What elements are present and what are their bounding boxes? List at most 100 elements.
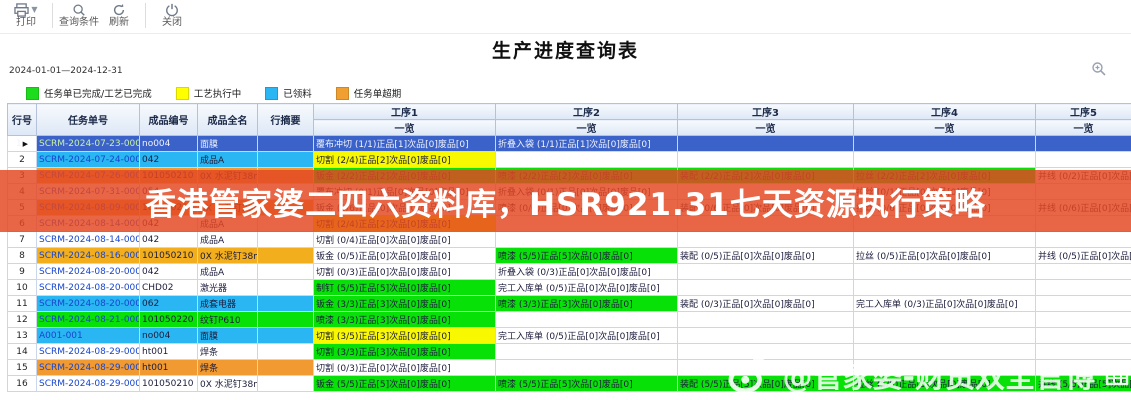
table-row[interactable]: 7SCRM-2024-08-14-00011042成品A切割 (0/4)正品[0… xyxy=(8,232,1131,248)
cell-code[interactable]: 101050220 xyxy=(140,312,198,328)
table-row[interactable]: 14SCRM-2024-08-29-00020ht001焊条切割 (3/3)正品… xyxy=(8,344,1131,360)
cell-summary[interactable] xyxy=(258,328,314,344)
cell-task[interactable]: SCRM-2024-07-24-00002 xyxy=(37,152,140,168)
zoom-in-button[interactable] xyxy=(1091,61,1107,77)
cell-name[interactable]: 面膜 xyxy=(198,136,258,152)
cell-process-1[interactable]: 切割 (2/4)正品[2]次品[0]废品[0] xyxy=(314,152,496,168)
cell-task[interactable]: SCRM-2024-07-26-00003 xyxy=(37,168,140,184)
cell-name[interactable]: 面膜 xyxy=(198,328,258,344)
cell-code[interactable]: 101050210 xyxy=(140,168,198,184)
cell-task[interactable]: SCRM-2024-08-29-00022 xyxy=(37,376,140,392)
cell-process-2[interactable]: 完工入库单 (0/5)正品[0]次品[0]废品[0] xyxy=(496,280,678,296)
cell-row-number[interactable]: 12 xyxy=(8,312,37,328)
cell-task[interactable]: SCRM-2024-07-23-00001 xyxy=(37,136,140,152)
cell-process-5[interactable]: 并线 (0/2)正品[0]次品[0]废品[0] xyxy=(1036,168,1131,184)
cell-row-number[interactable]: 2 xyxy=(8,152,37,168)
table-row[interactable]: 6SCRM-2024-08-14-00010042成品A切割 (2/4)正品[2… xyxy=(8,216,1131,232)
cell-row-number[interactable]: 16 xyxy=(8,376,37,392)
cell-summary[interactable] xyxy=(258,184,314,200)
cell-process-5[interactable]: 并线 (0/6)正品[0]次品[0]废品[0] xyxy=(1036,200,1131,216)
cell-task[interactable]: SCRM-2024-08-29-00021 xyxy=(37,360,140,376)
cell-process-5[interactable] xyxy=(1036,264,1131,280)
close-button[interactable]: 关闭 xyxy=(152,2,192,28)
cell-process-4[interactable]: 拉丝 (2/2)正品[2]次品[0]废品[0] xyxy=(854,168,1036,184)
cell-row-number[interactable]: 15 xyxy=(8,360,37,376)
cell-row-number[interactable]: 11 xyxy=(8,296,37,312)
cell-code[interactable]: 101050210 xyxy=(140,200,198,216)
cell-summary[interactable] xyxy=(258,216,314,232)
cell-process-2[interactable]: 折叠入袋 (0/1)正品[0]次品[0]废品[0] xyxy=(496,184,678,200)
cell-process-4[interactable] xyxy=(854,360,1036,376)
cell-process-3[interactable] xyxy=(678,360,854,376)
cell-row-number[interactable]: 4 xyxy=(8,184,37,200)
cell-process-4[interactable] xyxy=(854,216,1036,232)
cell-process-3[interactable] xyxy=(678,280,854,296)
cell-process-5[interactable] xyxy=(1036,344,1131,360)
cell-name[interactable]: 0X 水泥钉38mm(2000 xyxy=(198,200,258,216)
cell-code[interactable]: 101050210 xyxy=(140,376,198,392)
cell-process-4[interactable] xyxy=(854,136,1036,152)
cell-process-4[interactable] xyxy=(854,232,1036,248)
cell-process-3[interactable]: 装配 (0/3)正品[0]次品[0]废品[0] xyxy=(678,296,854,312)
cell-row-number[interactable]: 10 xyxy=(8,280,37,296)
cell-process-2[interactable] xyxy=(496,344,678,360)
cell-task[interactable]: SCRM-2024-08-20-00014 xyxy=(37,280,140,296)
cell-process-5[interactable] xyxy=(1036,184,1131,200)
cell-process-1[interactable]: 切割 (0/3)正品[0]次品[0]废品[0] xyxy=(314,264,496,280)
cell-name[interactable]: 纹钉P610 xyxy=(198,312,258,328)
cell-row-number[interactable]: 9 xyxy=(8,264,37,280)
cell-process-4[interactable] xyxy=(854,344,1036,360)
cell-process-2[interactable]: 完工入库单 (0/5)正品[0]次品[0]废品[0] xyxy=(496,328,678,344)
cell-name[interactable]: 0X 水泥钉38mm(2000 xyxy=(198,168,258,184)
cell-process-3[interactable] xyxy=(678,232,854,248)
print-button[interactable]: ▼ 打印 xyxy=(6,2,46,28)
cell-code[interactable]: 062 xyxy=(140,296,198,312)
cell-name[interactable]: 0X 水泥钉38mm(2000 xyxy=(198,376,258,392)
cell-row-number[interactable]: 8 xyxy=(8,248,37,264)
cell-process-2[interactable] xyxy=(496,312,678,328)
cell-process-3[interactable] xyxy=(678,264,854,280)
cell-process-5[interactable] xyxy=(1036,360,1131,376)
cell-process-4[interactable]: 拉丝 (5/5)正品[5]次品[0]废品[0] xyxy=(854,376,1036,392)
cell-summary[interactable] xyxy=(258,248,314,264)
cell-process-3[interactable]: 装配 (0/6)正品[0]次品[0]废品[0] xyxy=(678,200,854,216)
cell-process-4[interactable] xyxy=(854,312,1036,328)
cell-process-4[interactable] xyxy=(854,264,1036,280)
cell-process-5[interactable] xyxy=(1036,280,1131,296)
cell-process-5[interactable] xyxy=(1036,312,1131,328)
cell-process-2[interactable]: 喷漆 (3/3)正品[3]次品[0]废品[0] xyxy=(496,296,678,312)
cell-name[interactable]: 成品A xyxy=(198,216,258,232)
cell-process-1[interactable]: 钣金 (3/3)正品[3]次品[0]废品[0] xyxy=(314,296,496,312)
cell-code[interactable]: 054 xyxy=(140,184,198,200)
cell-process-2[interactable]: 折叠入袋 (0/3)正品[0]次品[0]废品[0] xyxy=(496,264,678,280)
cell-process-5[interactable] xyxy=(1036,136,1131,152)
cell-process-1[interactable]: 切割 (3/3)正品[3]次品[0]废品[0] xyxy=(314,344,496,360)
table-row[interactable]: 10SCRM-2024-08-20-00014CHD02激光器制钉 (5/5)正… xyxy=(8,280,1131,296)
cell-process-3[interactable] xyxy=(678,136,854,152)
cell-code[interactable]: ht001 xyxy=(140,344,198,360)
cell-summary[interactable] xyxy=(258,280,314,296)
cell-process-5[interactable]: 并线 (5/5)正品[5]次品[0]废品[0] xyxy=(1036,376,1131,392)
cell-summary[interactable] xyxy=(258,376,314,392)
cell-process-4[interactable]: 拉丝 (0/6)正品[0]次品[0]废品[0] xyxy=(854,200,1036,216)
cell-process-2[interactable] xyxy=(496,360,678,376)
cell-task[interactable]: SCRM-2024-08-20-00013 xyxy=(37,264,140,280)
cell-task[interactable]: SCRM-2024-08-21-00017 xyxy=(37,312,140,328)
cell-name[interactable]: 成品A xyxy=(198,264,258,280)
table-row[interactable]: 8SCRM-2024-08-16-000121010502100X 水泥钉38m… xyxy=(8,248,1131,264)
cell-row-number[interactable]: 1▶ xyxy=(8,136,37,152)
cell-process-1[interactable]: 覆布冲切 (1/1)正品[1]次品[0]废品[0] xyxy=(314,136,496,152)
cell-name[interactable] xyxy=(198,184,258,200)
cell-task[interactable]: A001-001 xyxy=(37,328,140,344)
cell-process-3[interactable] xyxy=(678,216,854,232)
cell-process-2[interactable]: 喷漆 (5/5)正品[5]次品[0]废品[0] xyxy=(496,248,678,264)
cell-task[interactable]: SCRM-2024-08-09-00009 xyxy=(37,200,140,216)
cell-process-1[interactable]: 制钉 (5/5)正品[5]次品[0]废品[0] xyxy=(314,280,496,296)
table-row[interactable]: 15SCRM-2024-08-29-00021ht001焊条切割 (0/3)正品… xyxy=(8,360,1131,376)
cell-process-5[interactable] xyxy=(1036,216,1131,232)
cell-code[interactable]: 042 xyxy=(140,216,198,232)
table-row[interactable]: 3SCRM-2024-07-26-000031010502100X 水泥钉38m… xyxy=(8,168,1131,184)
query-conditions-button[interactable]: 查询条件 xyxy=(59,2,99,28)
cell-process-4[interactable] xyxy=(854,280,1036,296)
cell-code[interactable]: CHD02 xyxy=(140,280,198,296)
